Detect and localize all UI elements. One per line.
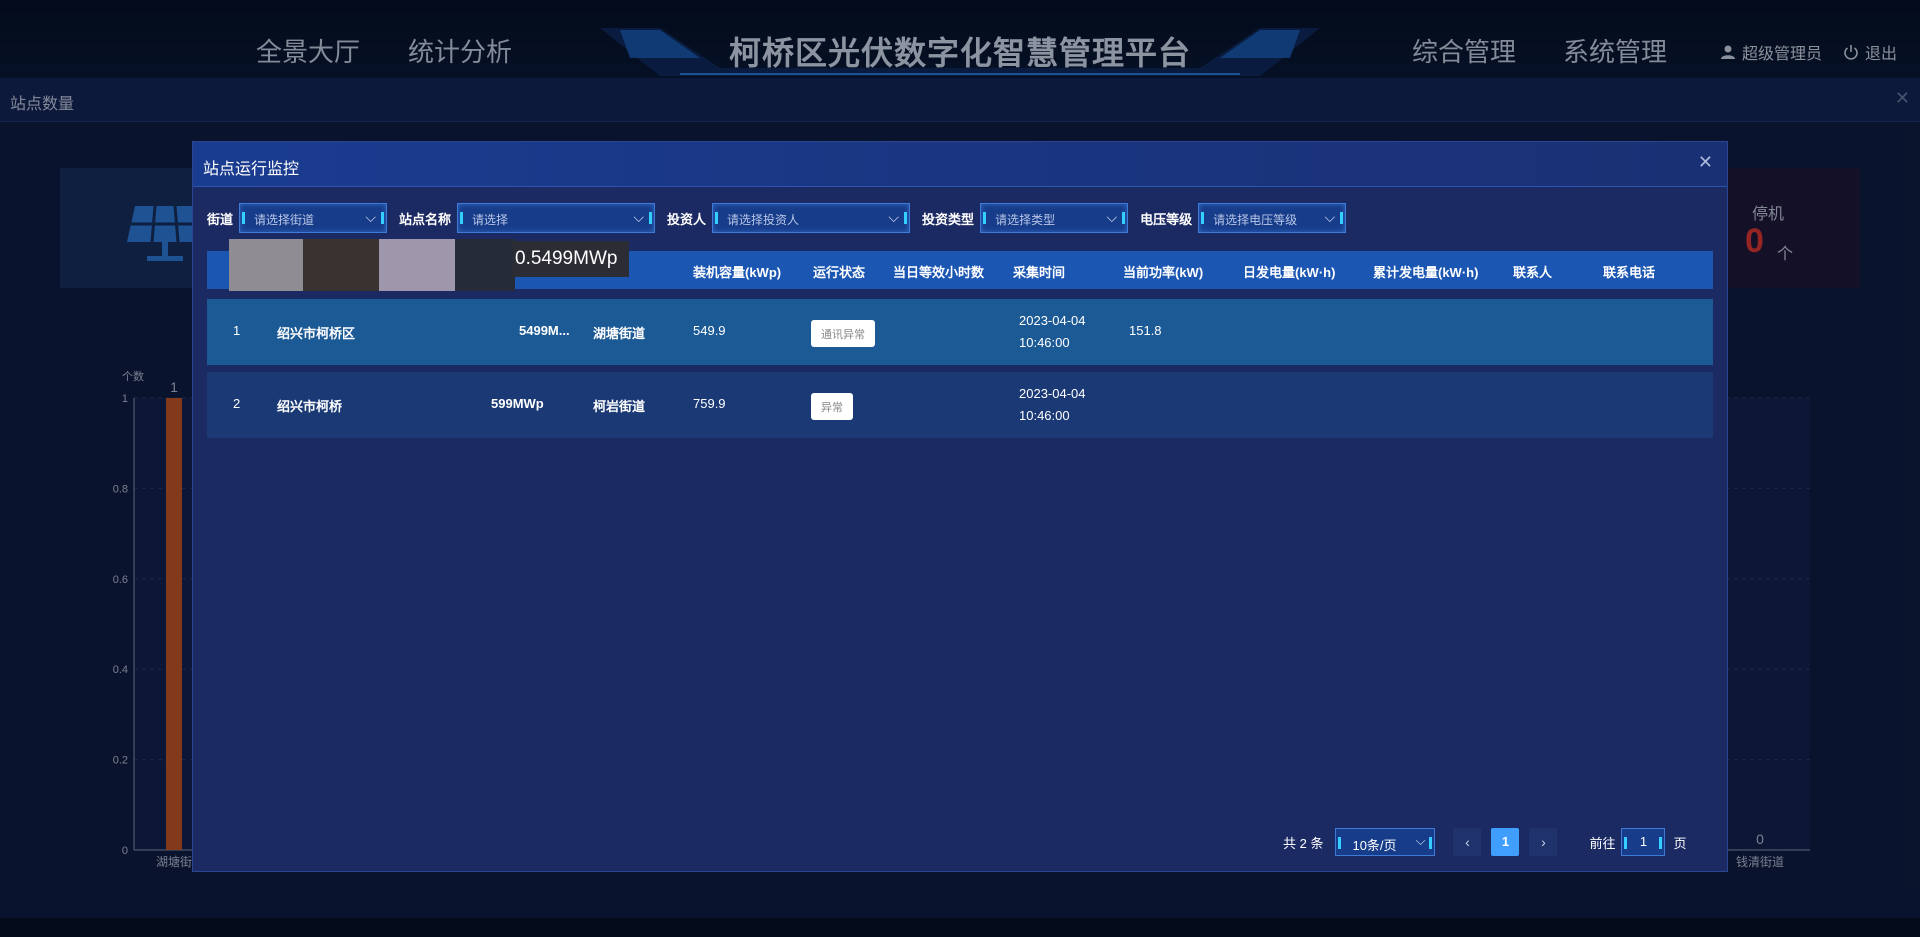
redacted-block: [303, 239, 379, 291]
redacted-block: [455, 239, 515, 291]
capacity-tooltip: 0.5499MWp: [513, 241, 629, 277]
table-row[interactable]: 2 绍兴市柯桥 599MWp 柯岩街道 759.9 异常 2023-04-04 …: [207, 372, 1713, 438]
station-capacity-label: 599MWp: [491, 396, 544, 411]
filter-label-station-name: 站点名称: [399, 211, 452, 227]
station-monitor-dialog: 站点运行监控 ✕ 街道 请选择街道 ⌵ 站点名称 请选择 ⌵ 投资人 请选择投资…: [192, 141, 1728, 872]
dialog-header: 站点运行监控 ✕: [193, 142, 1727, 187]
pagination: 共 2 条 10条/页 ⌵ ‹ 1 › 前往 1 页: [1283, 828, 1687, 856]
station-name-select-placeholder: 请选择: [472, 213, 509, 227]
column-header-status: 运行状态: [813, 265, 866, 280]
column-header-total-energy: 累计发电量(kW·h): [1373, 265, 1479, 280]
column-header-contact: 联系人: [1513, 265, 1553, 280]
pagination-total: 共 2 条: [1283, 835, 1324, 851]
redacted-block: [379, 239, 455, 291]
page-size-value: 10条/页: [1352, 838, 1397, 853]
investment-type-select-placeholder: 请选择类型: [995, 213, 1056, 227]
page-number-current[interactable]: 1: [1491, 828, 1520, 856]
goto-label: 前往: [1589, 835, 1616, 851]
table-row[interactable]: 1 绍兴市柯桥区 5499M... 湖塘街道 549.9 通讯异常 2023-0…: [207, 299, 1713, 365]
collect-clock: 10:46:00: [1019, 335, 1070, 350]
column-header-daily-energy: 日发电量(kW·h): [1243, 265, 1336, 280]
table-header: 0.5499MWp 装机容量(kWp) 运行状态 当日等效小时数 采集时间 当前…: [207, 239, 1713, 291]
station-table: 0.5499MWp 装机容量(kWp) 运行状态 当日等效小时数 采集时间 当前…: [207, 239, 1713, 438]
station-street: 柯岩街道: [593, 399, 646, 414]
station-name: 绍兴市柯桥: [277, 399, 343, 414]
station-name-select[interactable]: 请选择 ⌵: [457, 203, 656, 233]
column-header-capacity: 装机容量(kWp): [693, 265, 782, 280]
column-header-phone: 联系电话: [1603, 265, 1656, 280]
collect-date: 2023-04-04: [1019, 386, 1086, 401]
page-size-select[interactable]: 10条/页 ⌵: [1335, 828, 1436, 856]
filter-label-street: 街道: [207, 211, 234, 227]
column-header-collect-time: 采集时间: [1013, 265, 1066, 280]
filter-label-investment-type: 投资类型: [922, 211, 975, 227]
collect-date: 2023-04-04: [1019, 313, 1086, 328]
close-icon[interactable]: ✕: [1698, 152, 1713, 173]
chevron-down-icon: ⌵: [633, 209, 645, 225]
current-power: 151.8: [1129, 323, 1162, 338]
chevron-down-icon: ⌵: [1415, 833, 1426, 848]
investor-select-placeholder: 请选择投资人: [727, 213, 800, 227]
prev-page-button[interactable]: ‹: [1453, 828, 1482, 856]
dialog-title: 站点运行监控: [203, 161, 300, 178]
status-button[interactable]: 异常: [811, 393, 853, 420]
row-index: 2: [233, 396, 241, 411]
redacted-block: [229, 239, 303, 291]
station-name: 绍兴市柯桥区: [277, 326, 356, 341]
investment-type-select[interactable]: 请选择类型 ⌵: [980, 203, 1129, 233]
chevron-down-icon: ⌵: [888, 209, 900, 225]
installed-capacity: 759.9: [693, 396, 726, 411]
chevron-down-icon: ⌵: [365, 209, 377, 225]
station-capacity-label: 5499M...: [519, 323, 570, 338]
investor-select[interactable]: 请选择投资人 ⌵: [712, 203, 911, 233]
filter-label-voltage-level: 电压等级: [1140, 211, 1193, 227]
goto-suffix: 页: [1673, 835, 1687, 851]
status-button[interactable]: 通讯异常: [811, 320, 875, 347]
goto-page-input[interactable]: 1: [1621, 828, 1666, 856]
street-select-placeholder: 请选择街道: [254, 213, 315, 227]
filter-label-investor: 投资人: [667, 211, 707, 227]
station-street: 湖塘街道: [593, 326, 646, 341]
next-page-button[interactable]: ›: [1529, 828, 1558, 856]
column-header-equivalent-hours: 当日等效小时数: [893, 265, 985, 280]
column-header-current-power: 当前功率(kW): [1123, 265, 1204, 280]
street-select[interactable]: 请选择街道 ⌵: [239, 203, 388, 233]
installed-capacity: 549.9: [693, 323, 726, 338]
row-index: 1: [233, 323, 241, 338]
filter-bar: 街道 请选择街道 ⌵ 站点名称 请选择 ⌵ 投资人 请选择投资人 ⌵ 投资类型 …: [207, 202, 1358, 234]
voltage-level-select-placeholder: 请选择电压等级: [1213, 213, 1298, 227]
chevron-down-icon: ⌵: [1324, 209, 1336, 225]
collect-clock: 10:46:00: [1019, 408, 1070, 423]
voltage-level-select[interactable]: 请选择电压等级 ⌵: [1198, 203, 1347, 233]
chevron-down-icon: ⌵: [1106, 209, 1118, 225]
